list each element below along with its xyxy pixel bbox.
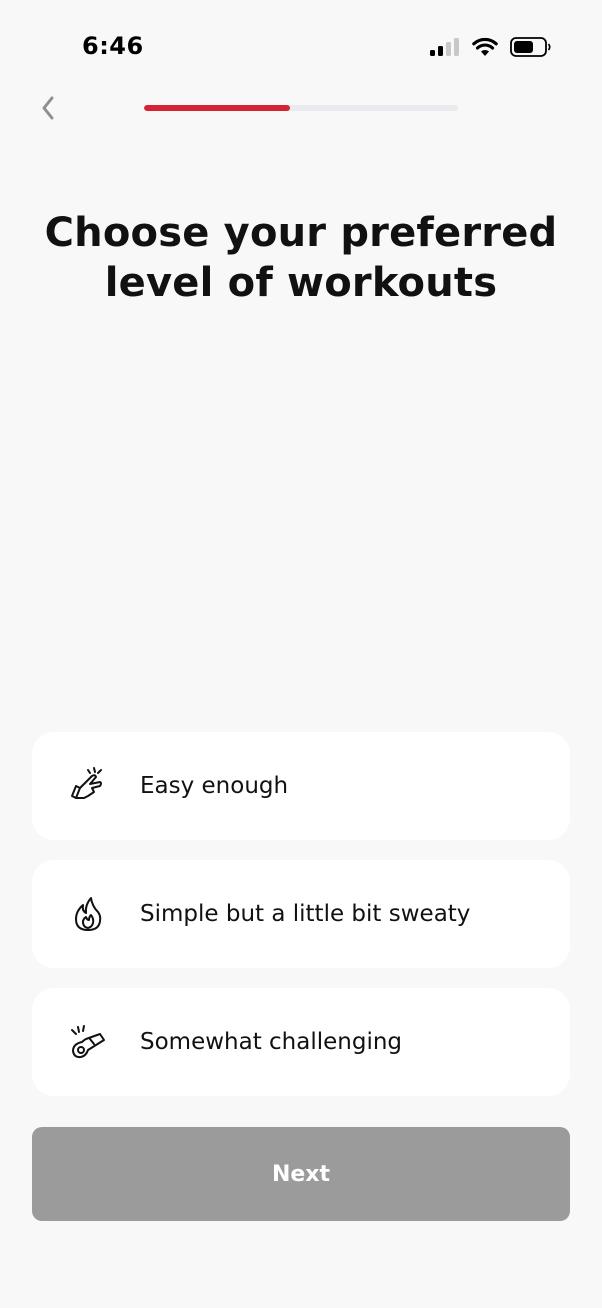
option-easy-enough[interactable]: Easy enough	[32, 732, 570, 840]
workout-level-options: Easy enough Simple but a little bit swea…	[32, 732, 570, 1116]
option-somewhat-challenging[interactable]: Somewhat challenging	[32, 988, 570, 1096]
status-time: 6:46	[82, 32, 144, 60]
option-label: Easy enough	[140, 773, 289, 799]
progress-bar	[144, 105, 458, 111]
cellular-signal-icon	[430, 37, 460, 61]
battery-icon	[510, 36, 552, 62]
back-button[interactable]	[30, 92, 66, 128]
status-icons	[430, 36, 552, 62]
pointing-hand-icon	[66, 764, 110, 808]
chevron-left-icon	[39, 94, 57, 126]
status-bar: 6:46	[0, 0, 602, 100]
progress-fill	[144, 105, 290, 111]
page-title: Choose your preferred level of workouts	[44, 210, 558, 306]
whistle-icon	[66, 1020, 110, 1064]
option-simple-sweaty[interactable]: Simple but a little bit sweaty	[32, 860, 570, 968]
option-label: Simple but a little bit sweaty	[140, 901, 471, 927]
flame-icon	[66, 892, 110, 936]
wifi-icon	[472, 37, 498, 61]
option-label: Somewhat challenging	[140, 1029, 403, 1055]
next-button[interactable]: Next	[32, 1127, 570, 1221]
